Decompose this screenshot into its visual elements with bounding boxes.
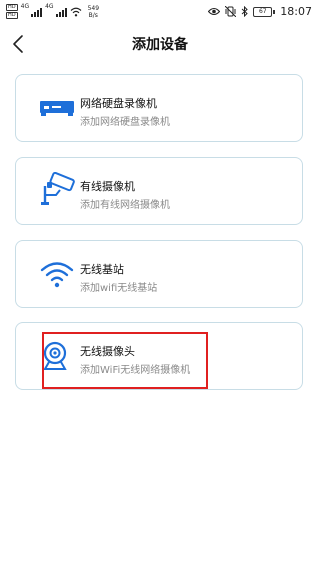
clock: 18:07 (280, 5, 312, 18)
device-card-wireless-camera[interactable]: 无线摄像头 添加WiFi无线网络摄像机 (15, 322, 303, 390)
device-title: 无线基站 (80, 263, 124, 276)
device-title: 网络硬盘录像机 (80, 97, 157, 110)
signal-icon-2 (55, 7, 67, 17)
network-speed: 549 B/s (88, 5, 99, 19)
device-card-wifi-base[interactable]: 无线基站 添加wifi无线基站 (15, 240, 303, 308)
bluetooth-icon (241, 6, 249, 17)
webcam-icon (43, 341, 67, 370)
device-card-nvr[interactable]: 网络硬盘录像机 添加网络硬盘录像机 (15, 74, 303, 142)
status-left: HD HD 4G 4G 549 B/s (6, 4, 99, 19)
sim2-badge: HD (6, 12, 18, 19)
status-bar: HD HD 4G 4G 549 B/s 67 18:07 (0, 0, 320, 24)
device-title: 无线摄像头 (80, 345, 135, 358)
sim-indicators: HD HD (6, 4, 18, 19)
device-title: 有线摄像机 (80, 180, 135, 193)
battery-level: 67 (253, 6, 273, 17)
device-subtitle: 添加网络硬盘录像机 (80, 117, 170, 128)
network-speed-value: 549 (87, 4, 100, 12)
network-speed-unit: B/s (88, 11, 98, 19)
signal-icon-1 (31, 7, 43, 17)
eye-icon (208, 7, 221, 16)
wired-camera-icon (41, 172, 75, 205)
battery-icon: 67 (253, 6, 276, 17)
network-type-2: 4G (45, 3, 54, 10)
app-header: 添加设备 (0, 24, 320, 64)
wifi-icon (40, 262, 74, 288)
screen: HD HD 4G 4G 549 B/s 67 18:07 添加设备 网络硬盘录像… (0, 0, 320, 569)
device-subtitle: 添加WiFi无线网络摄像机 (80, 365, 191, 376)
wifi-status-icon (70, 7, 81, 16)
network-type-1: 4G (20, 3, 30, 10)
page-title: 添加设备 (132, 37, 188, 53)
device-card-wired-camera[interactable]: 有线摄像机 添加有线网络摄像机 (15, 157, 303, 225)
vibrate-icon (225, 6, 237, 17)
device-subtitle: 添加有线网络摄像机 (80, 200, 170, 211)
device-subtitle: 添加wifi无线基站 (80, 283, 158, 294)
status-right: 67 18:07 (208, 5, 312, 18)
sim1-badge: HD (6, 4, 18, 11)
nvr-icon (40, 101, 74, 116)
